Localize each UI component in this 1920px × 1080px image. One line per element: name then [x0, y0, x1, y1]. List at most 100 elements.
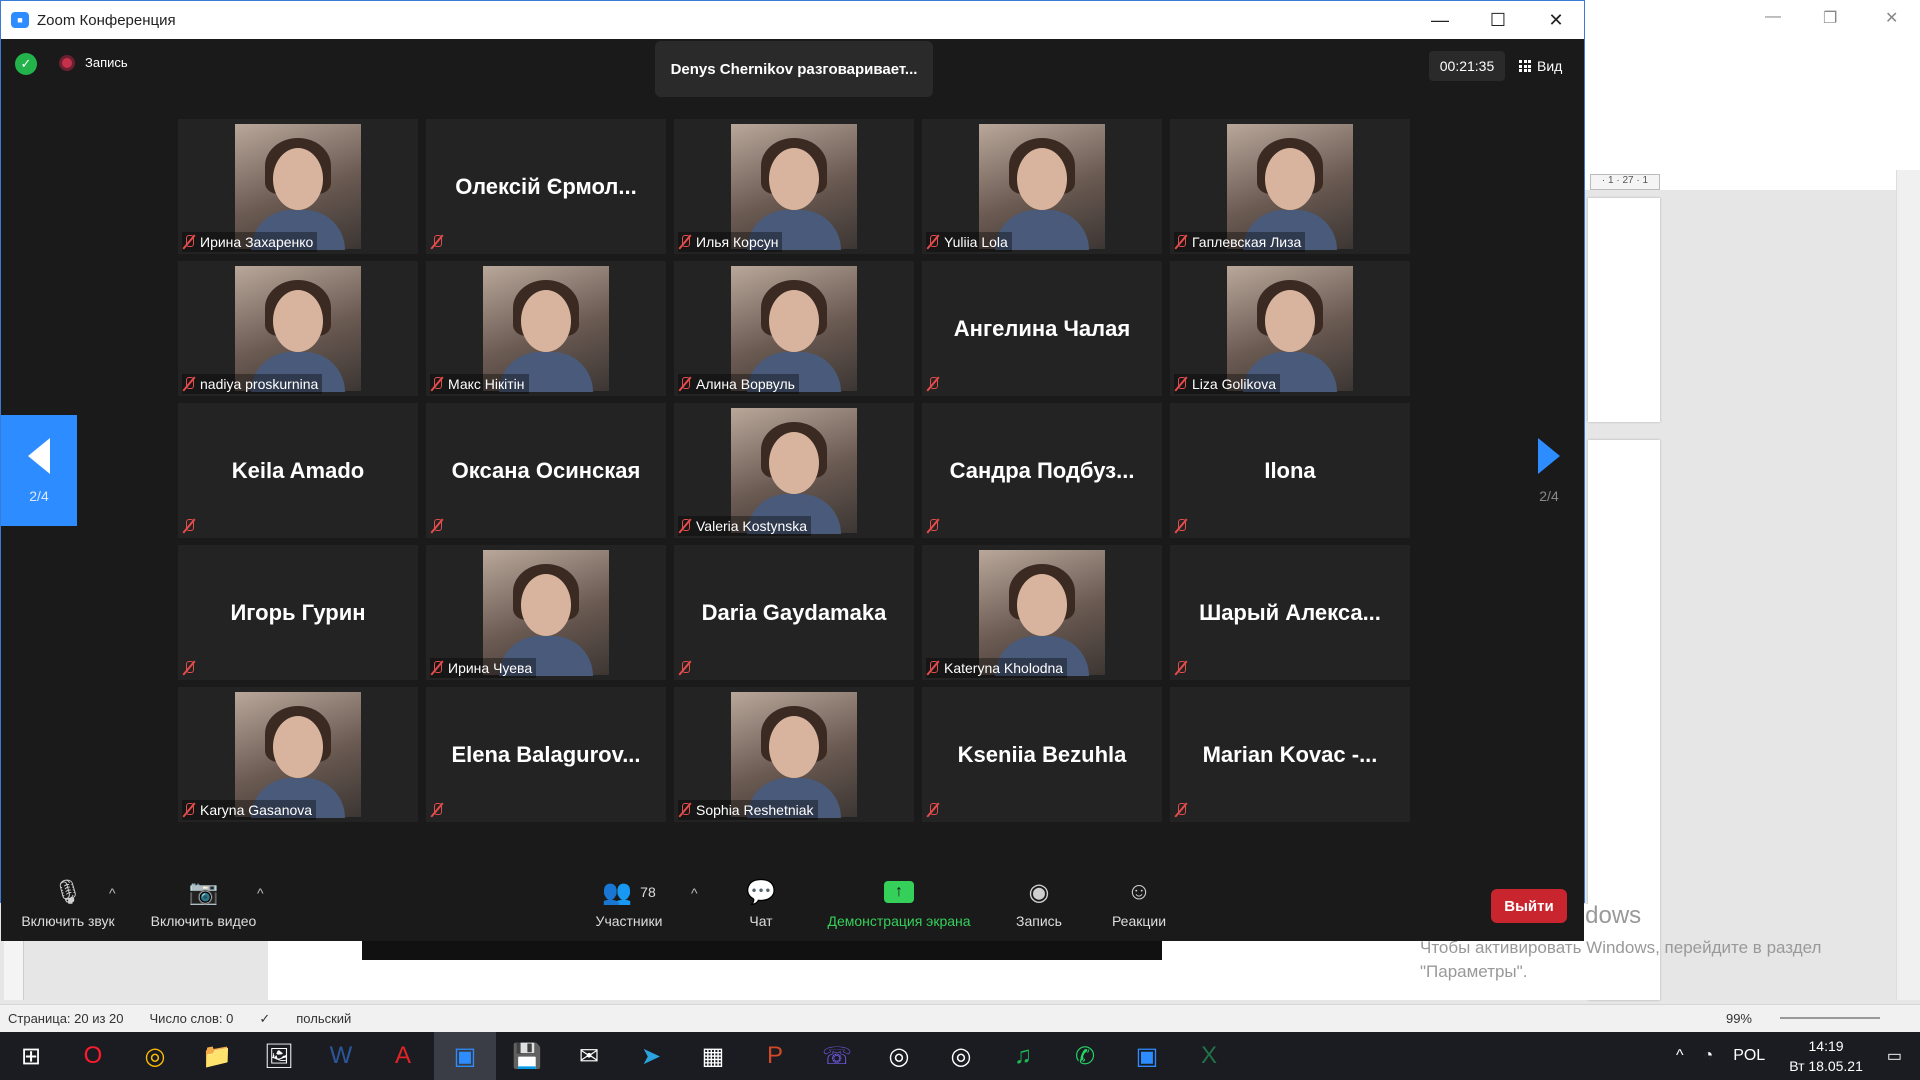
participant-tile[interactable]: Liza Golikova	[1170, 261, 1410, 396]
network-icon[interactable]: ◔	[1704, 1047, 1714, 1065]
audio-options-caret-icon[interactable]: ^	[109, 885, 116, 901]
tray-chevron-icon[interactable]: ^	[1676, 1047, 1684, 1065]
participant-tile[interactable]: Ирина Захаренко	[178, 119, 418, 254]
video-face	[1017, 574, 1067, 636]
participant-tile[interactable]: Игорь Гурин	[178, 545, 418, 680]
participants-button[interactable]: 👥 78 Участники	[589, 865, 669, 941]
participant-tile[interactable]: Elena Balagurov...	[426, 687, 666, 822]
participant-video	[483, 550, 609, 676]
status-language[interactable]: польский	[296, 1011, 351, 1026]
participant-tile[interactable]: Kateryna Kholodna	[922, 545, 1162, 680]
recording-icon[interactable]	[59, 55, 75, 71]
participant-tile[interactable]: Олексій Єрмол...	[426, 119, 666, 254]
video-face	[769, 290, 819, 352]
tray-language[interactable]: POL	[1733, 1047, 1765, 1065]
word-scrollbar[interactable]	[1896, 170, 1920, 1000]
chat-label: Чат	[749, 913, 773, 929]
calculator-icon[interactable]: ▦	[682, 1032, 744, 1080]
participant-tile[interactable]: Сандра Подбуз...	[922, 403, 1162, 538]
chat-icon: 💬	[746, 878, 776, 906]
participant-tile[interactable]: Kseniia Bezuhla	[922, 687, 1162, 822]
maximize-button[interactable]: ☐	[1469, 1, 1527, 39]
participant-tile[interactable]: Оксана Осинская	[426, 403, 666, 538]
participant-tile[interactable]: Макс Нікітін	[426, 261, 666, 396]
arrow-right-icon	[1538, 437, 1560, 474]
notifications-icon[interactable]: ▭	[1887, 1046, 1902, 1066]
prev-page-button[interactable]: 2/4	[1, 415, 77, 526]
word-close-icon[interactable]: ✕	[1885, 8, 1898, 28]
powerpoint-icon[interactable]: P	[744, 1032, 806, 1080]
close-button[interactable]: ✕	[1527, 1, 1585, 39]
participant-tile[interactable]: Sophia Reshetniak	[674, 687, 914, 822]
chrome-profile-icon[interactable]: ◎	[868, 1032, 930, 1080]
word-minimize-icon[interactable]: —	[1765, 8, 1781, 26]
spotify-icon[interactable]: ♫	[992, 1032, 1054, 1080]
minimize-button[interactable]: —	[1411, 1, 1469, 39]
view-button[interactable]: Вид	[1519, 51, 1562, 81]
photos-icon[interactable]: 🖼	[248, 1032, 310, 1080]
zoom2-icon[interactable]: ▣	[1116, 1032, 1178, 1080]
opera-icon[interactable]: O	[62, 1032, 124, 1080]
share-screen-button[interactable]: ↑ Демонстрация экрана	[819, 865, 979, 941]
chat-button[interactable]: 💬 Чат	[736, 865, 786, 941]
participant-tile[interactable]: Шарый Алекса...	[1170, 545, 1410, 680]
participant-tile[interactable]: Илья Корсун	[674, 119, 914, 254]
participant-tile[interactable]: Гаплевская Лиза	[1170, 119, 1410, 254]
participant-name-display: Сандра Подбуз...	[949, 457, 1135, 483]
participant-tile[interactable]: Keila Amado	[178, 403, 418, 538]
zoom-level[interactable]: 99%	[1726, 1011, 1752, 1026]
chrome-profile2-icon[interactable]: ◎	[930, 1032, 992, 1080]
zoom-slider[interactable]	[1780, 1017, 1880, 1019]
participant-tile[interactable]: nadiya proskurnina	[178, 261, 418, 396]
record-button[interactable]: ◉ Запись	[1009, 865, 1069, 941]
word-icon[interactable]: W	[310, 1032, 372, 1080]
status-words[interactable]: Число слов: 0	[150, 1011, 234, 1026]
participant-tile[interactable]: Valeria Kostynska	[674, 403, 914, 538]
windows-icon[interactable]: ⊞	[0, 1032, 62, 1080]
whatsapp-icon[interactable]: ✆	[1054, 1032, 1116, 1080]
participant-name: Kateryna Kholodna	[944, 660, 1064, 676]
participants-options-caret-icon[interactable]: ^	[691, 885, 698, 901]
participant-tile[interactable]: Yuliia Lola	[922, 119, 1162, 254]
explorer-icon[interactable]: 📁	[186, 1032, 248, 1080]
save-icon[interactable]: 💾	[496, 1032, 558, 1080]
word-restore-icon[interactable]: ❐	[1823, 8, 1837, 28]
clock-date: Вт 18.05.21	[1789, 1058, 1863, 1074]
clock[interactable]: 14:19 Вт 18.05.21	[1789, 1036, 1863, 1076]
reactions-button[interactable]: ☺ Реакции	[1103, 865, 1175, 941]
participant-tile[interactable]: Алина Ворвуль	[674, 261, 914, 396]
start-video-button[interactable]: 📷 Включить видео	[141, 865, 266, 941]
participant-tile[interactable]: Daria Gaydamaka	[674, 545, 914, 680]
video-options-caret-icon[interactable]: ^	[257, 885, 264, 901]
acrobat-icon[interactable]: A	[372, 1032, 434, 1080]
status-page[interactable]: Страница: 20 из 20	[8, 1011, 124, 1026]
security-shield-icon[interactable]: ✓	[15, 53, 37, 75]
participant-tile[interactable]: Ангелина Чалая	[922, 261, 1162, 396]
leave-button[interactable]: Выйти	[1491, 889, 1567, 923]
unmute-label: Включить звук	[21, 913, 115, 929]
participant-label	[926, 516, 948, 536]
mic-muted-icon	[678, 518, 692, 534]
gallery-grid-icon	[1519, 60, 1531, 72]
spellcheck-icon[interactable]: ✓	[259, 1011, 270, 1027]
participant-tile[interactable]: Ilona	[1170, 403, 1410, 538]
record-label: Запись	[1016, 913, 1062, 929]
activation-text: Чтобы активировать Windows, перейдите в …	[1420, 938, 1822, 981]
chrome-icon[interactable]: ◎	[124, 1032, 186, 1080]
share-icon-wrap: ↑	[884, 877, 914, 907]
participant-tile[interactable]: Marian Kovac -...	[1170, 687, 1410, 822]
zoom-icon[interactable]: ▣	[434, 1032, 496, 1080]
participant-name-display: Daria Gaydamaka	[701, 599, 887, 625]
next-page-button[interactable]: 2/4	[1511, 415, 1587, 526]
telegram-icon[interactable]: ➤	[620, 1032, 682, 1080]
participant-name: Макс Нікітін	[448, 376, 525, 392]
participant-tile[interactable]: Karyna Gasanova	[178, 687, 418, 822]
viber-icon[interactable]: ☏	[806, 1032, 868, 1080]
mail-icon[interactable]: ✉	[558, 1032, 620, 1080]
participant-label	[1174, 516, 1196, 536]
participant-tile[interactable]: Ирина Чуева	[426, 545, 666, 680]
participant-label: Макс Нікітін	[430, 374, 529, 394]
excel-icon[interactable]: X	[1178, 1032, 1240, 1080]
unmute-button[interactable]: 🎙 Включить звук	[13, 865, 123, 941]
video-face	[1265, 148, 1315, 210]
